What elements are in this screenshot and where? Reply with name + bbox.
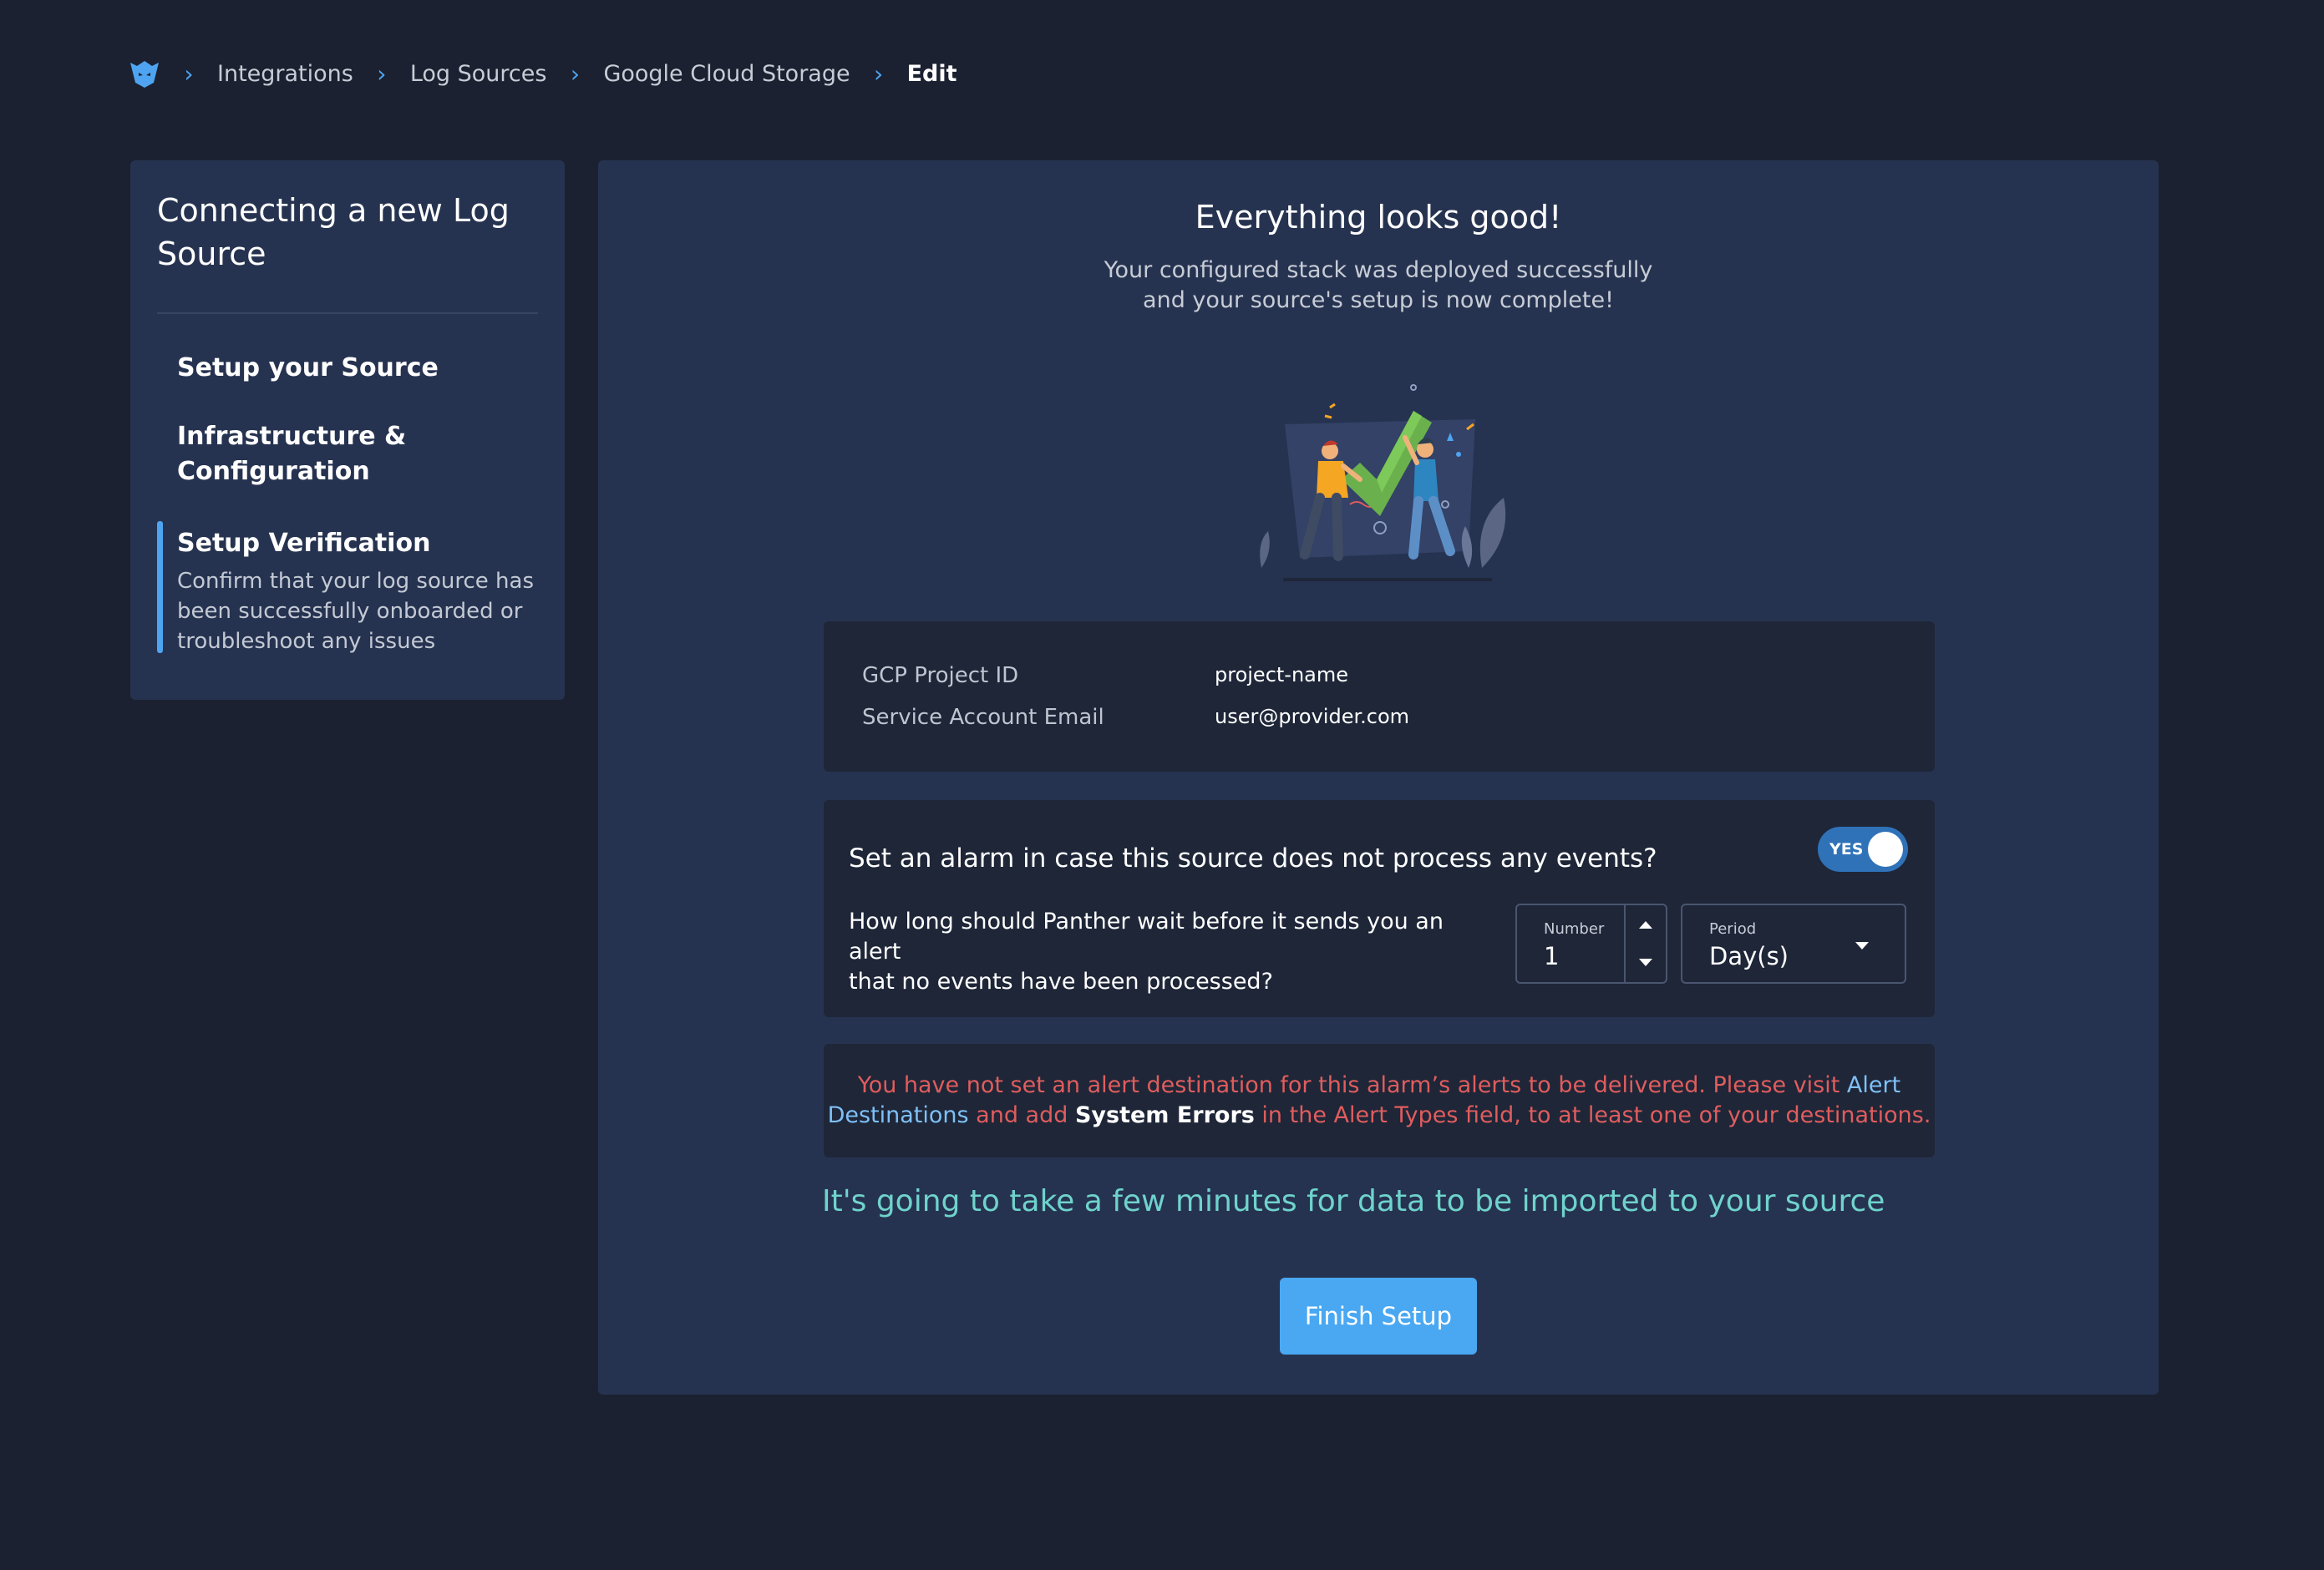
alarm-toggle[interactable]: YES	[1818, 827, 1908, 872]
wizard-step-setup-source[interactable]: Setup your Source	[157, 351, 538, 386]
step-description-line: troubleshoot any issues	[177, 629, 436, 654]
warning-text: in the Alert Types field, to at least on…	[1254, 1102, 1931, 1128]
sidebar-title: Connecting a new Log Source	[157, 189, 538, 276]
wizard-sidebar: Connecting a new Log Source Setup your S…	[130, 160, 565, 700]
alarm-settings: Set an alarm in case this source does no…	[824, 800, 1935, 1017]
caret-down-icon	[1639, 959, 1652, 966]
success-subtitle-line: Your configured stack was deployed succe…	[1104, 257, 1653, 283]
detail-row-project-id: GCP Project ID project-name	[862, 663, 1348, 688]
success-subtitle-line: and your source's setup is now complete!	[1143, 287, 1614, 313]
step-label: Setup your Source	[177, 353, 439, 382]
period-field-label: Period	[1709, 920, 1757, 938]
caret-up-icon	[1639, 921, 1652, 929]
chevron-right-icon: ›	[874, 59, 884, 88]
number-field-label: Number	[1544, 920, 1605, 938]
toggle-knob	[1868, 832, 1903, 867]
success-title: Everything looks good!	[1195, 199, 1562, 236]
alarm-help-line: that no events have been processed?	[849, 969, 1273, 995]
sidebar-title-line: Connecting a new Log	[157, 192, 510, 229]
alert-destination-warning: You have not set an alert destination fo…	[824, 1044, 1935, 1157]
detail-row-service-account: Service Account Email user@provider.com	[862, 705, 1409, 730]
system-errors-label: System Errors	[1074, 1102, 1255, 1128]
step-description: Confirm that your log source has been su…	[177, 566, 538, 656]
detail-label: Service Account Email	[862, 705, 1104, 730]
import-note: It's going to take a few minutes for dat…	[822, 1184, 1885, 1218]
alarm-help-line: How long should Panther wait before it s…	[849, 909, 1444, 965]
step-label-line: Configuration	[177, 457, 370, 486]
alarm-number-input[interactable]: Number 1	[1515, 904, 1667, 984]
breadcrumb-integrations[interactable]: Integrations	[217, 61, 353, 87]
step-label: Infrastructure & Configuration	[177, 419, 538, 489]
verification-panel: Everything looks good! Your configured s…	[598, 160, 2159, 1395]
breadcrumb-google-cloud-storage[interactable]: Google Cloud Storage	[603, 61, 850, 87]
step-label-line: Infrastructure &	[177, 422, 407, 451]
alarm-help-text: How long should Panther wait before it s…	[849, 907, 1484, 997]
source-details: GCP Project ID project-name Service Acco…	[824, 621, 1935, 772]
step-label: Setup Verification	[177, 529, 431, 558]
warning-text: You have not set an alert destination fo…	[857, 1072, 1847, 1098]
period-select[interactable]: Period Day(s)	[1681, 904, 1906, 984]
panther-logo-icon[interactable]	[129, 58, 160, 89]
number-field-value[interactable]: 1	[1544, 942, 1559, 970]
caret-down-icon	[1855, 939, 1870, 955]
breadcrumb-log-sources[interactable]: Log Sources	[410, 61, 547, 87]
finish-setup-button[interactable]: Finish Setup	[1280, 1278, 1477, 1355]
chevron-right-icon: ›	[377, 59, 387, 88]
success-illustration	[1250, 379, 1517, 585]
increment-button[interactable]	[1626, 905, 1666, 944]
breadcrumb: › Integrations › Log Sources › Google Cl…	[129, 55, 957, 92]
sidebar-title-line: Source	[157, 236, 266, 272]
breadcrumb-current: Edit	[906, 60, 957, 87]
detail-value: user@provider.com	[1215, 705, 1410, 728]
chevron-right-icon: ›	[570, 59, 581, 88]
wizard-step-infrastructure[interactable]: Infrastructure & Configuration	[157, 419, 538, 489]
detail-value: project-name	[1215, 663, 1349, 686]
success-subtitle: Your configured stack was deployed succe…	[598, 256, 2159, 316]
chevron-right-icon: ›	[184, 59, 194, 88]
step-description-line: Confirm that your log source has	[177, 569, 534, 594]
number-stepper	[1624, 905, 1666, 982]
warning-text: and add	[968, 1102, 1075, 1128]
step-description-line: been successfully onboarded or	[177, 599, 523, 624]
alarm-question: Set an alarm in case this source does no…	[849, 843, 1657, 874]
wizard-step-setup-verification[interactable]: Setup Verification Confirm that your log…	[157, 521, 538, 656]
decrement-button[interactable]	[1626, 944, 1666, 982]
detail-label: GCP Project ID	[862, 663, 1019, 688]
sidebar-divider	[157, 312, 538, 314]
toggle-label: YES	[1829, 840, 1864, 858]
period-field-value: Day(s)	[1709, 942, 1789, 970]
